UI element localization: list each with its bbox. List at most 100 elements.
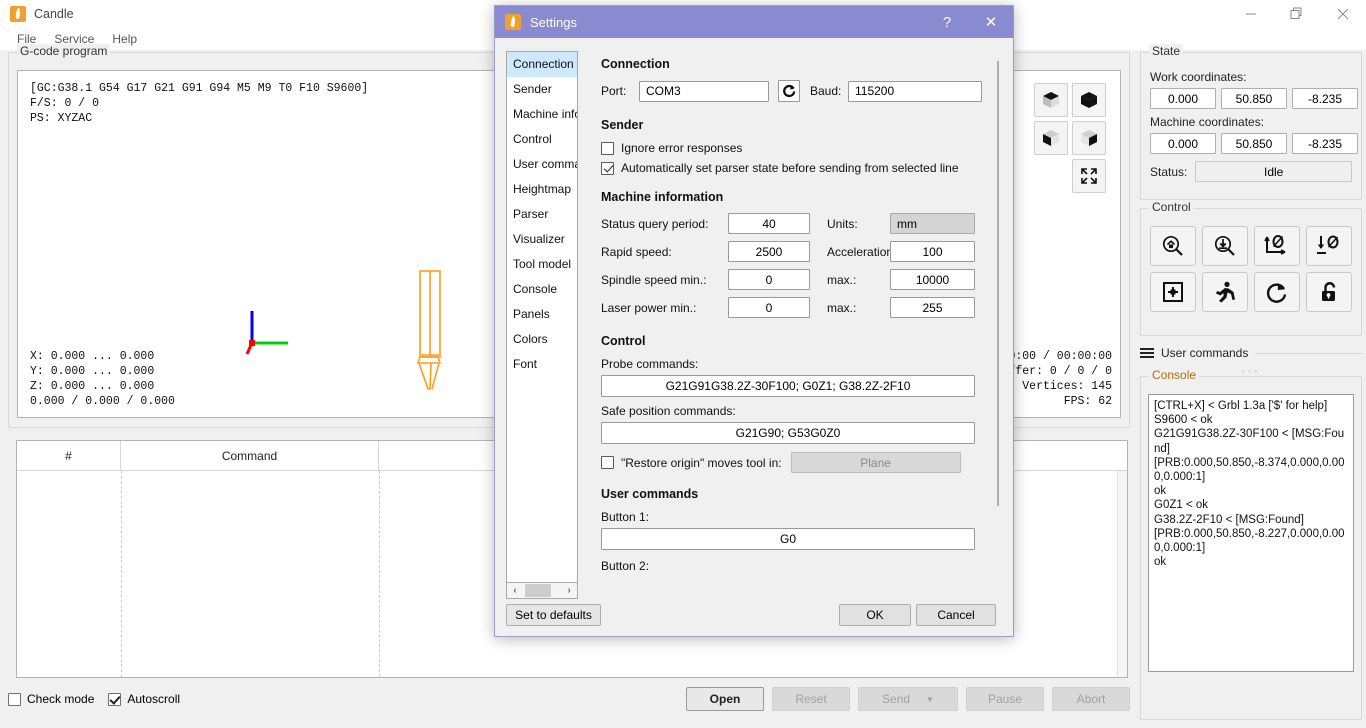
settings-category-list[interactable]: Connection Sender Machine info Control U… <box>506 51 578 592</box>
button1-input[interactable]: G0 <box>601 528 975 550</box>
check-mode-box[interactable] <box>8 693 21 706</box>
restore-origin-icon[interactable] <box>1150 272 1196 312</box>
safe-position-icon[interactable] <box>1202 272 1248 312</box>
safe-position-commands-label: Safe position commands: <box>601 404 986 418</box>
zero-xy-icon[interactable] <box>1254 226 1300 266</box>
sidebar-item-panels[interactable]: Panels <box>507 302 577 327</box>
zero-z-icon[interactable] <box>1306 226 1352 266</box>
pause-button[interactable]: Pause <box>966 687 1044 711</box>
sidebar-item-sender[interactable]: Sender <box>507 77 577 102</box>
auto-parser-state-box[interactable] <box>601 162 614 175</box>
settings-dialog: Settings ? ✕ Connection Sender Machine i… <box>494 5 1014 637</box>
sidebar-item-heightmap[interactable]: Heightmap <box>507 177 577 202</box>
safe-position-commands-input[interactable]: G21G90; G53G0Z0 <box>601 422 975 444</box>
machine-x-value: 0.000 <box>1150 133 1216 154</box>
ignore-error-responses-box[interactable] <box>601 142 614 155</box>
sidebar-item-control[interactable]: Control <box>507 127 577 152</box>
minimize-icon[interactable] <box>1228 0 1274 28</box>
close-icon[interactable] <box>1320 0 1366 28</box>
ok-button[interactable]: OK <box>839 604 911 626</box>
check-mode-checkbox[interactable]: Check mode <box>8 692 94 706</box>
abort-button[interactable]: Abort <box>1052 687 1130 711</box>
sidebar-item-connection[interactable]: Connection <box>507 52 577 77</box>
sidebar-item-user-commands[interactable]: User comma <box>507 152 577 177</box>
sidebar-item-console[interactable]: Console <box>507 277 577 302</box>
front-view-icon[interactable] <box>1034 121 1068 155</box>
zprobe-search-icon[interactable] <box>1202 226 1248 266</box>
status-query-input[interactable]: 40 <box>728 213 810 234</box>
refresh-ports-icon[interactable] <box>778 80 800 102</box>
auto-parser-state-checkbox[interactable]: Automatically set parser state before se… <box>601 161 986 175</box>
scroll-left-icon[interactable]: ‹ <box>507 585 523 596</box>
autoscroll-checkbox[interactable]: Autoscroll <box>108 692 180 706</box>
acceleration-label: Acceleration: <box>827 245 890 259</box>
units-select[interactable]: mm <box>890 213 975 234</box>
command-table-header-index[interactable]: # <box>17 441 121 471</box>
reset-icon[interactable] <box>1254 272 1300 312</box>
scrollbar-thumb[interactable] <box>525 584 551 597</box>
send-button-label: Send <box>882 692 910 706</box>
probe-commands-input[interactable]: G21G91G38.2Z-30F100; G0Z1; G38.2Z-2F10 <box>601 375 975 397</box>
sidebar-item-font[interactable]: Font <box>507 352 577 377</box>
send-button[interactable]: Send ▼ <box>858 687 958 711</box>
chevron-down-icon[interactable]: ▼ <box>926 695 934 704</box>
column-divider <box>121 471 122 677</box>
spindle-speed-max-input[interactable]: 10000 <box>890 269 975 290</box>
connection-section-heading: Connection <box>601 57 986 71</box>
status-badge: Idle <box>1195 161 1352 182</box>
header-divider <box>1255 353 1362 354</box>
sidebar-item-machine-info[interactable]: Machine info <box>507 102 577 127</box>
restore-icon[interactable] <box>1274 0 1320 28</box>
cancel-button[interactable]: Cancel <box>916 604 996 626</box>
button2-label: Button 2: <box>601 559 986 573</box>
sidebar-item-tool-model[interactable]: Tool model <box>507 252 577 277</box>
home-search-icon[interactable] <box>1150 226 1196 266</box>
laser-power-min-label: Laser power min.: <box>601 301 728 315</box>
help-icon[interactable]: ? <box>925 6 969 38</box>
settings-dialog-titlebar[interactable]: Settings ? ✕ <box>495 6 1013 38</box>
restore-origin-box[interactable] <box>601 456 614 469</box>
sidebar-item-colors[interactable]: Colors <box>507 327 577 352</box>
left-view-icon[interactable] <box>1072 121 1106 155</box>
sidebar-item-parser[interactable]: Parser <box>507 202 577 227</box>
top-view-icon[interactable] <box>1072 83 1106 117</box>
spindle-speed-min-input[interactable]: 0 <box>728 269 810 290</box>
sidebar-item-visualizer[interactable]: Visualizer <box>507 227 577 252</box>
button1-label: Button 1: <box>601 510 986 524</box>
ignore-error-responses-checkbox[interactable]: Ignore error responses <box>601 141 986 155</box>
console-group-title: Console <box>1149 368 1199 382</box>
command-table-scrollbar[interactable] <box>1117 471 1127 677</box>
sidebar-horizontal-scrollbar[interactable]: ‹ › <box>506 582 578 599</box>
spindle-speed-row: Spindle speed min.: 0 max.: 10000 <box>601 269 986 290</box>
scroll-right-icon[interactable]: › <box>561 585 577 596</box>
unlock-icon[interactable] <box>1306 272 1352 312</box>
work-y-value[interactable]: 50.850 <box>1221 88 1287 109</box>
port-select[interactable]: COM3 <box>639 81 769 102</box>
console-log[interactable]: [CTRL+X] < Grbl 1.3a ['$' for help] S960… <box>1148 394 1354 672</box>
acceleration-input[interactable]: 100 <box>890 241 975 262</box>
work-z-value[interactable]: -8.235 <box>1292 88 1358 109</box>
baud-select[interactable]: 115200 <box>848 81 982 102</box>
close-icon[interactable]: ✕ <box>969 6 1013 38</box>
laser-power-max-input[interactable]: 255 <box>890 297 975 318</box>
isometric-view-icon[interactable] <box>1034 83 1068 117</box>
set-to-defaults-button[interactable]: Set to defaults <box>506 604 601 626</box>
settings-content-scrollbar[interactable] <box>995 61 1002 559</box>
hamburger-icon[interactable] <box>1140 348 1154 359</box>
console-group: Console [CTRL+X] < Grbl 1.3a ['$' for he… <box>1140 376 1362 720</box>
open-button[interactable]: Open <box>686 687 764 711</box>
work-x-value[interactable]: 0.000 <box>1150 88 1216 109</box>
column-divider <box>379 471 380 677</box>
rapid-speed-input[interactable]: 2500 <box>728 241 810 262</box>
laser-power-min-input[interactable]: 0 <box>728 297 810 318</box>
reset-button[interactable]: Reset <box>772 687 850 711</box>
settings-dialog-title: Settings <box>530 15 577 30</box>
state-group: State Work coordinates: 0.000 50.850 -8.… <box>1140 52 1362 200</box>
machine-y-value: 50.850 <box>1221 133 1287 154</box>
autoscroll-box[interactable] <box>108 693 121 706</box>
settings-content-area: Connection Port: COM3 Baud: 115200 Sende… <box>590 51 1004 592</box>
fit-view-icon[interactable] <box>1072 159 1106 193</box>
command-table-header-command[interactable]: Command <box>121 441 379 471</box>
restore-origin-mode-select: Plane <box>791 452 961 473</box>
user-commands-header[interactable]: User commands <box>1140 342 1362 364</box>
